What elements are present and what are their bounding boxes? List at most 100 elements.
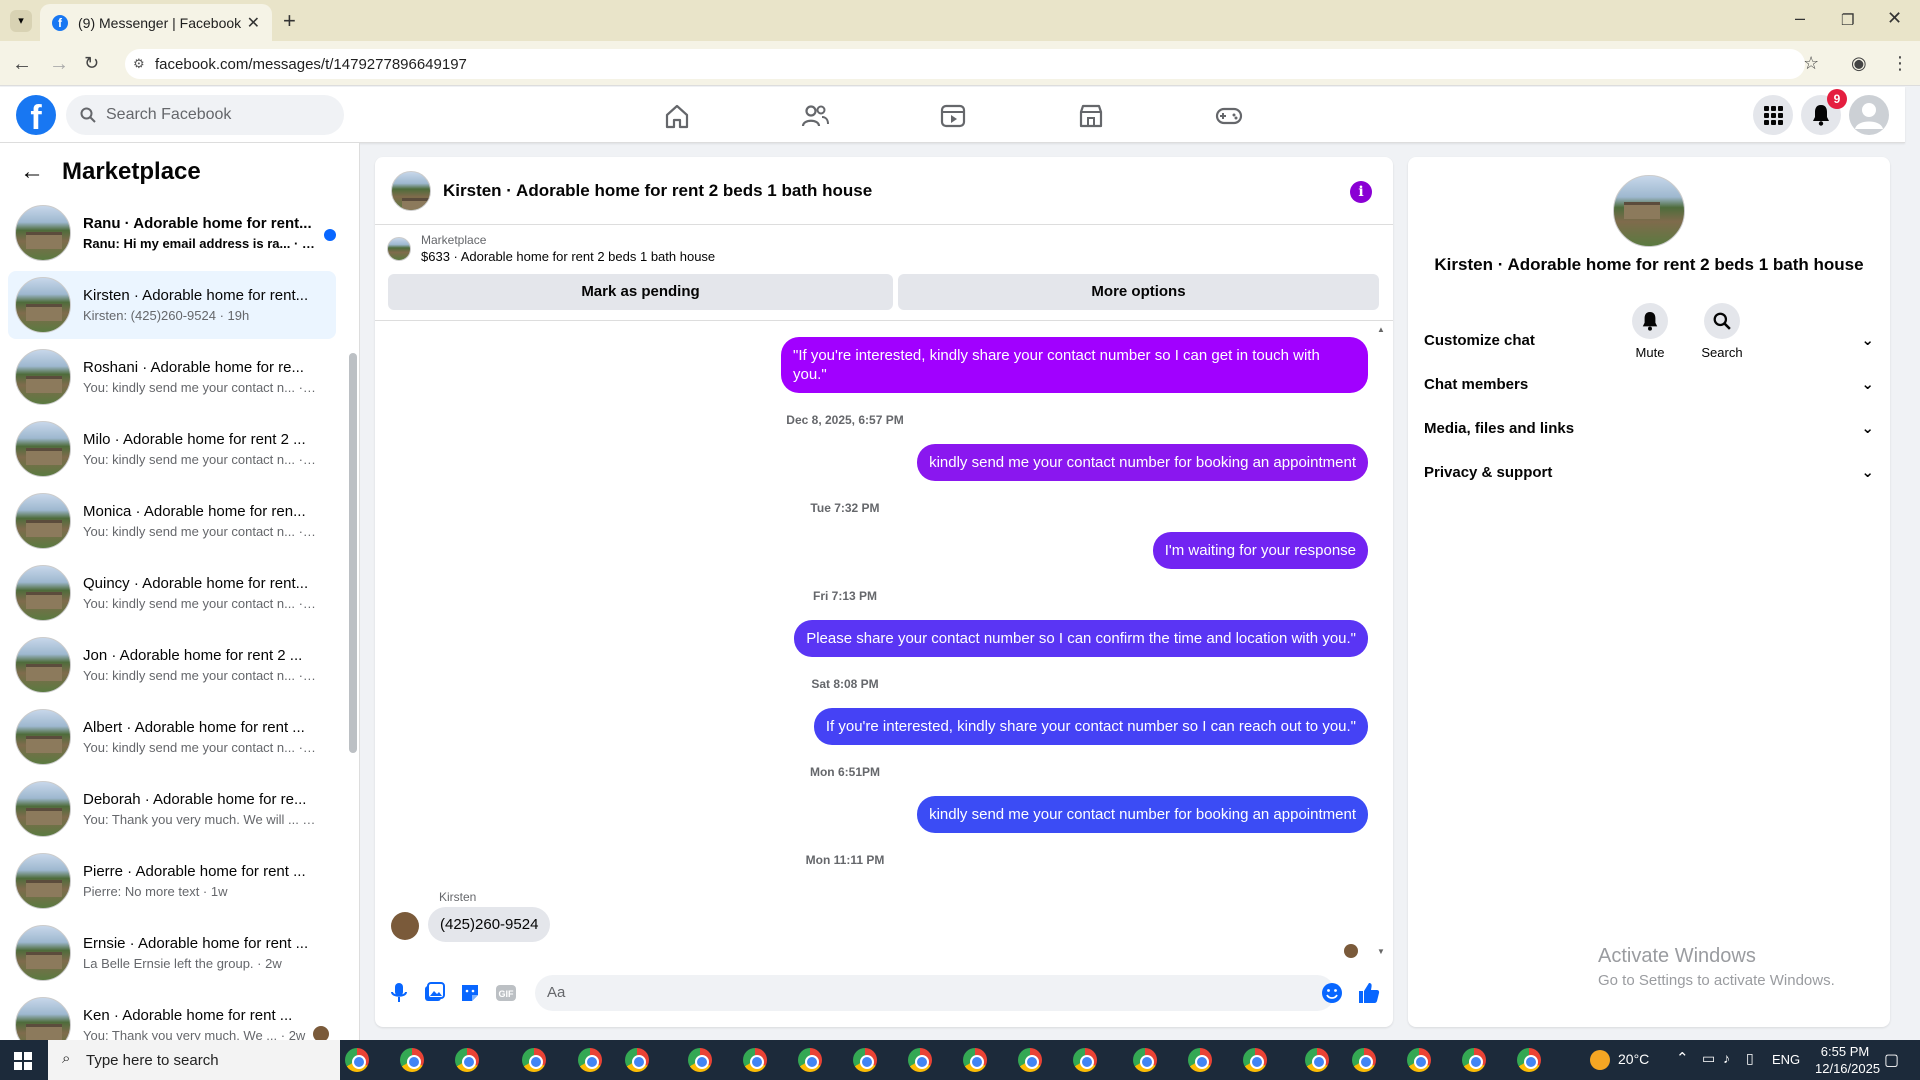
conversation-item[interactable]: Ernsie · Adorable home for rent ... La Be… bbox=[8, 919, 336, 987]
chrome-taskbar-icon[interactable] bbox=[400, 1048, 424, 1072]
watch-video-icon[interactable] bbox=[938, 101, 968, 131]
chrome-taskbar-icon[interactable] bbox=[578, 1048, 602, 1072]
bookmark-star-icon[interactable]: ☆ bbox=[1803, 53, 1819, 74]
chrome-taskbar-icon[interactable] bbox=[908, 1048, 932, 1072]
conversation-item-active[interactable]: Kirsten · Adorable home for rent... Kirst… bbox=[8, 271, 336, 339]
conversation-item[interactable]: Quincy · Adorable home for rent... You: k… bbox=[8, 559, 336, 627]
windows-start-icon[interactable] bbox=[14, 1052, 32, 1070]
chrome-taskbar-icon[interactable] bbox=[798, 1048, 822, 1072]
chrome-taskbar-icon[interactable] bbox=[345, 1048, 369, 1072]
restore-icon[interactable]: ❐ bbox=[1841, 11, 1854, 29]
chat-title[interactable]: Kirsten · Adorable home for rent 2 beds … bbox=[443, 181, 872, 201]
sender-avatar[interactable] bbox=[391, 912, 419, 940]
battery-icon[interactable]: ▯ bbox=[1746, 1050, 1754, 1067]
chat-avatar[interactable] bbox=[391, 170, 431, 211]
conversation-item[interactable]: Ranu · Adorable home for rent... Ranu: Hi… bbox=[8, 199, 336, 267]
close-tab-icon[interactable]: ✕ bbox=[247, 13, 260, 33]
back-icon[interactable]: ← bbox=[12, 53, 32, 76]
chrome-taskbar-icon[interactable] bbox=[1517, 1048, 1541, 1072]
outgoing-message[interactable]: If you're interested, kindly share your … bbox=[813, 708, 1368, 745]
marketplace-icon[interactable] bbox=[1076, 101, 1106, 131]
friends-icon[interactable] bbox=[800, 101, 830, 131]
chrome-taskbar-icon[interactable] bbox=[853, 1048, 877, 1072]
sticker-icon[interactable] bbox=[458, 981, 482, 1005]
outgoing-message[interactable]: I'm waiting for your response bbox=[1152, 532, 1368, 569]
reload-icon[interactable]: ↻ bbox=[84, 53, 99, 74]
forward-icon[interactable]: → bbox=[49, 53, 69, 76]
emoji-icon[interactable] bbox=[1320, 981, 1344, 1005]
chrome-taskbar-icon[interactable] bbox=[522, 1048, 546, 1072]
language-indicator[interactable]: ENG bbox=[1772, 1052, 1800, 1067]
message-input[interactable]: Aa bbox=[535, 975, 1335, 1011]
conversation-item[interactable]: Ken · Adorable home for rent ... You: Tha… bbox=[8, 991, 336, 1040]
chrome-taskbar-icon[interactable] bbox=[1462, 1048, 1486, 1072]
chrome-taskbar-icon[interactable] bbox=[688, 1048, 712, 1072]
chrome-taskbar-icon[interactable] bbox=[1407, 1048, 1431, 1072]
site-info-icon[interactable]: ⚙ bbox=[133, 56, 145, 72]
chrome-taskbar-icon[interactable] bbox=[1305, 1048, 1329, 1072]
browser-tab-messenger[interactable]: f (9) Messenger | Facebook ✕ bbox=[40, 4, 272, 41]
new-tab-icon[interactable]: + bbox=[283, 8, 296, 34]
tab-list-icon[interactable]: ▾ bbox=[10, 10, 32, 32]
chrome-taskbar-icon[interactable] bbox=[743, 1048, 767, 1072]
chrome-taskbar-icon[interactable] bbox=[625, 1048, 649, 1072]
facebook-logo-icon[interactable]: f bbox=[16, 95, 56, 137]
media-files-links-row[interactable]: Media, files and links ⌄ bbox=[1424, 408, 1874, 448]
home-icon[interactable] bbox=[662, 101, 692, 131]
listing-summary[interactable]: Marketplace $633 · Adorable home for ren… bbox=[387, 233, 715, 264]
menu-grid-button[interactable] bbox=[1753, 95, 1793, 135]
conversation-item[interactable]: Pierre · Adorable home for rent ... Pierr… bbox=[8, 847, 336, 915]
chrome-taskbar-icon[interactable] bbox=[1188, 1048, 1212, 1072]
list-scrollbar[interactable] bbox=[349, 353, 357, 753]
taskbar-search[interactable]: ⌕ Type here to search bbox=[48, 1040, 340, 1080]
chrome-taskbar-icon[interactable] bbox=[455, 1048, 479, 1072]
volume-icon[interactable]: ♪ bbox=[1723, 1050, 1730, 1066]
address-bar[interactable]: ⚙ facebook.com/messages/t/14792778966491… bbox=[125, 49, 1805, 79]
conversation-item[interactable]: Albert · Adorable home for rent ... You: … bbox=[8, 703, 336, 771]
photo-attach-icon[interactable] bbox=[422, 981, 446, 1005]
scroll-down-icon[interactable]: ▼ bbox=[1377, 947, 1385, 956]
thumbs-up-icon[interactable] bbox=[1357, 981, 1381, 1005]
mark-as-pending-button[interactable]: Mark as pending bbox=[388, 274, 893, 310]
network-icon[interactable]: ▭ bbox=[1702, 1050, 1715, 1067]
tray-chevron-icon[interactable]: ⌃ bbox=[1676, 1049, 1689, 1067]
chrome-taskbar-icon[interactable] bbox=[1133, 1048, 1157, 1072]
window-close-icon[interactable]: ✕ bbox=[1887, 8, 1902, 29]
conversation-item[interactable]: Jon · Adorable home for rent 2 ... You: k… bbox=[8, 631, 336, 699]
gaming-icon[interactable] bbox=[1214, 101, 1244, 131]
notification-center-icon[interactable]: ▢ bbox=[1884, 1050, 1899, 1070]
search-facebook-input[interactable]: Search Facebook bbox=[66, 95, 344, 135]
customize-chat-row[interactable]: Customize chat ⌄ bbox=[1424, 320, 1874, 360]
privacy-support-row[interactable]: Privacy & support ⌄ bbox=[1424, 452, 1874, 492]
account-avatar-button[interactable] bbox=[1849, 95, 1889, 135]
profile-icon[interactable]: ◉ bbox=[1851, 53, 1867, 74]
marketplace-header: ← Marketplace bbox=[20, 158, 201, 186]
microphone-icon[interactable] bbox=[387, 981, 411, 1005]
conversation-item[interactable]: Deborah · Adorable home for re... You: Th… bbox=[8, 775, 336, 843]
chrome-taskbar-icon[interactable] bbox=[963, 1048, 987, 1072]
chrome-taskbar-icon[interactable] bbox=[1073, 1048, 1097, 1072]
temperature[interactable]: 20°C bbox=[1618, 1051, 1649, 1067]
taskbar-search-text: Type here to search bbox=[86, 1051, 219, 1069]
back-arrow-icon[interactable]: ← bbox=[20, 158, 44, 186]
gif-icon[interactable]: GIF bbox=[494, 981, 518, 1005]
more-options-button[interactable]: More options bbox=[898, 274, 1379, 310]
conversation-item[interactable]: Roshani · Adorable home for re... You: ki… bbox=[8, 343, 336, 411]
conversation-item[interactable]: Monica · Adorable home for ren... You: ki… bbox=[8, 487, 336, 555]
chrome-taskbar-icon[interactable] bbox=[1018, 1048, 1042, 1072]
incoming-message[interactable]: (425)260-9524 bbox=[428, 907, 551, 942]
chrome-taskbar-icon[interactable] bbox=[1352, 1048, 1376, 1072]
conversation-item[interactable]: Milo · Adorable home for rent 2 ... You: … bbox=[8, 415, 336, 483]
clock[interactable]: 6:55 PM 12/16/2025 bbox=[1815, 1044, 1880, 1076]
outgoing-message[interactable]: Please share your contact number so I ca… bbox=[794, 620, 1368, 657]
outgoing-message[interactable]: kindly send me your contact number for b… bbox=[917, 796, 1368, 833]
conversation-info-icon[interactable]: i bbox=[1350, 181, 1372, 203]
weather-icon[interactable] bbox=[1590, 1050, 1610, 1070]
chrome-taskbar-icon[interactable] bbox=[1243, 1048, 1267, 1072]
menu-kebab-icon[interactable]: ⋮ bbox=[1891, 53, 1909, 74]
outgoing-message[interactable]: kindly send me your contact number for b… bbox=[917, 444, 1368, 481]
outgoing-message[interactable]: "If you're interested, kindly share your… bbox=[781, 337, 1368, 393]
minimize-icon[interactable]: – bbox=[1795, 8, 1805, 29]
chat-members-row[interactable]: Chat members ⌄ bbox=[1424, 364, 1874, 404]
scroll-up-icon[interactable]: ▲ bbox=[1377, 325, 1385, 334]
